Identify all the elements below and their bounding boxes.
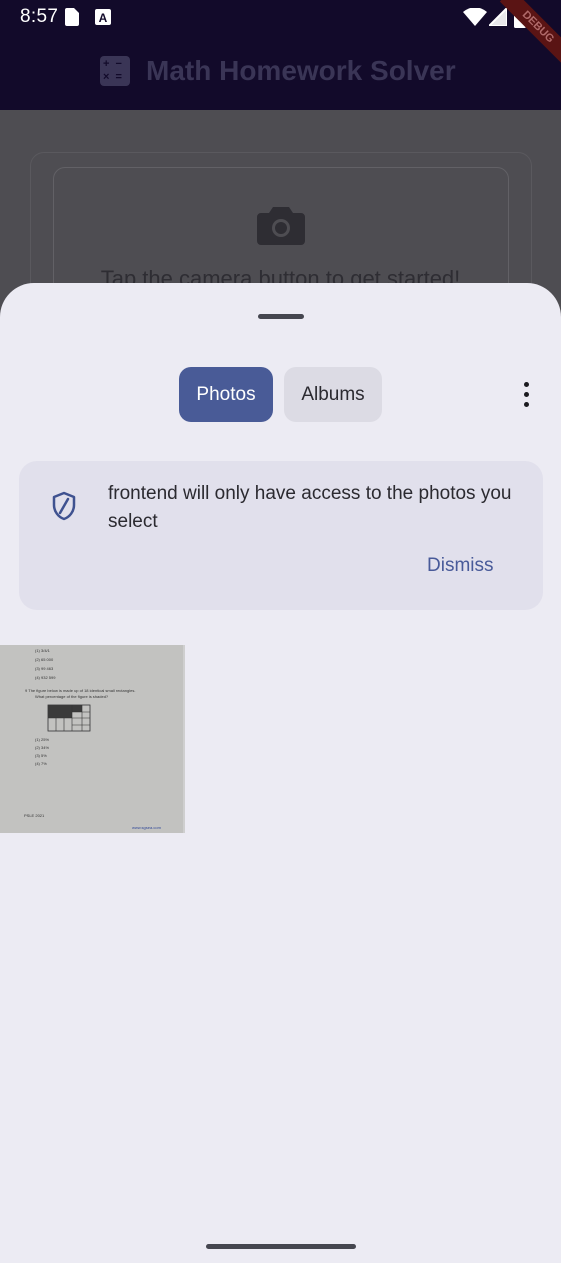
svg-text:A: A (99, 11, 108, 25)
cellular-signal-icon (489, 8, 507, 26)
thumb-text-11: PSLE 2021 (24, 813, 45, 818)
calculator-icon (100, 56, 130, 86)
photo-picker-sheet: Photos Albums frontend will only have ac… (0, 283, 561, 1263)
app-title: Math Homework Solver (146, 55, 456, 86)
worksheet-image: (1) 3/4/1 (2) 65 000 (3) 99 463 (4) 932 … (0, 645, 183, 833)
tab-albums[interactable]: Albums (284, 367, 382, 422)
thumb-text-6: What percentage of the figure is shaded? (35, 694, 109, 699)
more-vert-icon[interactable] (516, 380, 536, 410)
a-box-icon: A (95, 9, 111, 25)
status-bar: 8:57 A (0, 0, 561, 34)
tab-photos[interactable]: Photos (179, 367, 273, 422)
camera-icon (257, 207, 305, 245)
access-info-text: frontend will only have access to the ph… (108, 483, 512, 532)
access-info-banner: frontend will only have access to the ph… (19, 461, 543, 610)
app-bar: 8:57 A Math Homework Solver DEBUG (0, 0, 561, 110)
thumb-text-8: (2) 34% (35, 745, 49, 750)
thumb-text-3: (3) 99 463 (35, 666, 54, 671)
gesture-nav-bar[interactable] (206, 1244, 356, 1249)
thumb-text-10: (4) 7% (35, 761, 47, 766)
thumb-text-7: (1) 25% (35, 737, 49, 742)
drag-handle[interactable] (258, 314, 304, 319)
status-time: 8:57 (20, 6, 59, 27)
thumb-text-9: (3) 5% (35, 753, 47, 758)
dismiss-button[interactable]: Dismiss (427, 555, 494, 577)
shield-icon (52, 491, 76, 521)
thumb-text-4: (4) 932 599 (35, 675, 56, 680)
wifi-icon (463, 8, 487, 26)
app-title-row: Math Homework Solver (100, 55, 456, 87)
thumb-text-1: (1) 3/4/1 (35, 648, 51, 653)
thumb-text-2: (2) 65 000 (35, 657, 54, 662)
thumb-text-12: www.sgsea.com (132, 825, 162, 830)
photo-thumbnail[interactable]: (1) 3/4/1 (2) 65 000 (3) 99 463 (4) 932 … (0, 645, 185, 833)
sim-card-icon (65, 8, 79, 26)
thumb-text-5: 9 The figure below is made up of 18 iden… (25, 688, 135, 693)
